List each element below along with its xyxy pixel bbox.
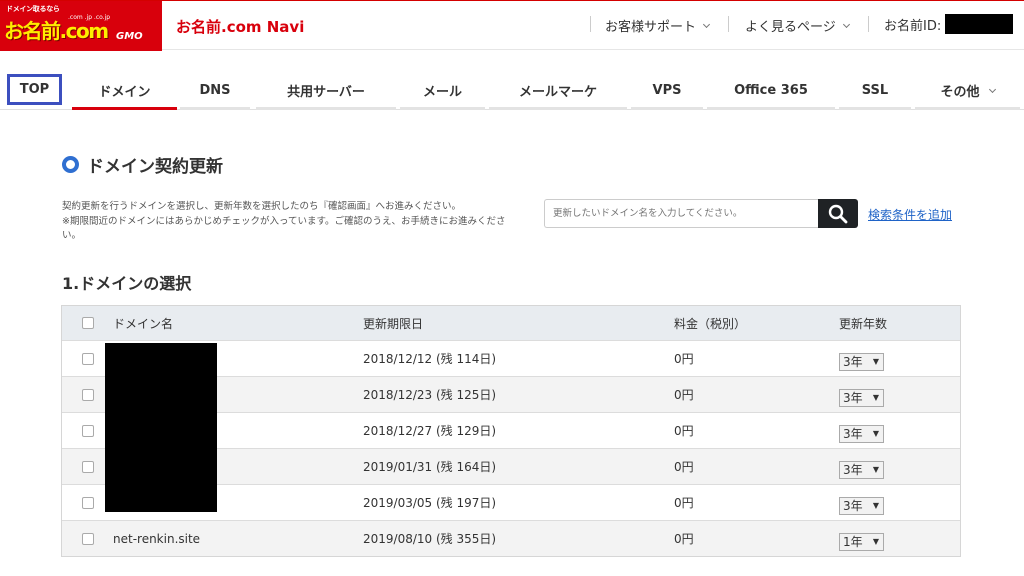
domain-name: net-renkin.site — [113, 531, 201, 546]
tab-label: ドメイン — [98, 85, 151, 100]
site-header: ドメイン取るなら .com .jp .co.jp お名前.com GMO お名前… — [0, 0, 1024, 51]
chevron-down-icon — [702, 20, 711, 28]
renewal-years-select[interactable]: 3年 ▼ — [839, 352, 884, 371]
tab-label: メール — [422, 85, 462, 100]
user-id: お名前ID: — [884, 14, 1014, 34]
expiry-date: 2019/01/31 (残 164日) — [363, 460, 497, 474]
onamae-logo[interactable]: ドメイン取るなら .com .jp .co.jp お名前.com GMO — [0, 1, 162, 51]
dropdown-arrow-icon: ▼ — [872, 501, 879, 510]
price: 0円 — [674, 388, 694, 402]
section-title: 1.ドメインの選択 — [62, 274, 192, 293]
tab-label: 共用サーバー — [287, 85, 365, 100]
description-note: ※期限間近のドメインにはあらかじめチェックが入っています。ご確認のうえ、お手続き… — [62, 215, 506, 242]
expiry-date: 2018/12/23 (残 125日) — [363, 388, 497, 402]
select-value: 3年 — [843, 499, 863, 513]
tab-label: メールマーケ — [518, 85, 597, 100]
row-checkbox[interactable] — [82, 352, 94, 365]
renewal-years-select[interactable]: 3年 ▼ — [839, 388, 884, 407]
tab-vps[interactable]: VPS — [631, 74, 703, 110]
column-header: 更新年数 — [839, 316, 888, 331]
header-divider — [728, 16, 729, 32]
price: 0円 — [674, 496, 694, 510]
expiry-date: 2019/03/05 (残 197日) — [363, 496, 497, 510]
chevron-down-icon — [842, 20, 850, 28]
domain-search — [544, 199, 858, 228]
page-title: ドメイン契約更新 — [87, 157, 223, 177]
renewal-years-select[interactable]: 3年 ▼ — [839, 424, 884, 443]
renewal-years-select[interactable]: 1年 ▼ — [839, 532, 884, 551]
tab-shared-server[interactable]: 共用サーバー — [256, 74, 396, 110]
description-line: 契約更新を行うドメインを選択し、更新年数を選択したのち『確認画面』へお進みくださ… — [62, 201, 462, 212]
dropdown-arrow-icon: ▼ — [872, 537, 879, 546]
header-divider — [868, 16, 869, 32]
bullet-icon — [62, 156, 79, 173]
renewal-years-select[interactable]: 3年 ▼ — [839, 496, 884, 515]
tab-other[interactable]: その他 — [915, 74, 1020, 110]
price: 0円 — [674, 424, 694, 438]
user-id-label: お名前ID: — [884, 18, 942, 34]
table-row: net-renkin.site 2019/08/10 (残 355日) 0円 1… — [62, 520, 960, 556]
add-search-condition-link[interactable]: 検索条件を追加 — [868, 206, 952, 223]
tab-label: DNS — [199, 83, 231, 98]
redacted-user-id — [945, 14, 1014, 34]
row-checkbox[interactable] — [82, 460, 94, 473]
select-value: 1年 — [843, 535, 863, 549]
dropdown-arrow-icon: ▼ — [872, 465, 879, 474]
row-checkbox[interactable] — [82, 532, 94, 545]
expiry-date: 2018/12/27 (残 129日) — [363, 424, 497, 438]
column-header: 更新期限日 — [363, 316, 424, 331]
page-heading: ドメイン契約更新 — [62, 152, 223, 177]
dropdown-arrow-icon: ▼ — [872, 393, 879, 402]
select-value: 3年 — [843, 463, 863, 477]
price: 0円 — [674, 352, 694, 366]
tab-top[interactable]: TOP — [7, 74, 62, 105]
tab-ssl[interactable]: SSL — [839, 74, 911, 110]
tab-mail[interactable]: メール — [400, 74, 485, 110]
domain-search-input[interactable] — [544, 199, 820, 228]
gmo-logo: GMO — [116, 31, 143, 42]
tab-label: VPS — [652, 83, 682, 98]
tab-label: Office 365 — [734, 83, 808, 98]
price: 0円 — [674, 532, 694, 546]
row-checkbox[interactable] — [82, 496, 94, 509]
renewal-years-select[interactable]: 3年 ▼ — [839, 460, 884, 479]
price: 0円 — [674, 460, 694, 474]
expiry-date: 2019/08/10 (残 355日) — [363, 532, 497, 546]
table-header: ドメイン名 更新期限日 料金（税別） 更新年数 — [62, 306, 960, 340]
search-icon — [828, 204, 848, 224]
favorites-menu[interactable]: よく見るページ — [745, 16, 850, 35]
column-header: ドメイン名 — [113, 316, 174, 331]
tab-label: その他 — [940, 85, 980, 100]
support-menu-label: お客様サポート — [605, 20, 697, 35]
column-header: 料金（税別） — [674, 316, 747, 331]
select-value: 3年 — [843, 355, 863, 369]
logo-wordmark: お名前.com — [4, 19, 109, 43]
favorites-menu-label: よく見るページ — [745, 20, 836, 35]
search-button[interactable] — [818, 199, 858, 228]
dropdown-arrow-icon: ▼ — [872, 357, 879, 366]
dropdown-arrow-icon: ▼ — [872, 429, 879, 438]
logo-tagline: ドメイン取るなら — [6, 5, 60, 13]
row-checkbox[interactable] — [82, 388, 94, 401]
page-description: 契約更新を行うドメインを選択し、更新年数を選択したのち『確認画面』へお進みくださ… — [62, 200, 522, 244]
main-nav: TOP ドメイン DNS 共用サーバー メール メールマーケ VPS Offic… — [0, 74, 1024, 110]
tab-office365[interactable]: Office 365 — [707, 74, 835, 110]
row-checkbox[interactable] — [82, 424, 94, 437]
redacted-domain-names — [105, 343, 217, 512]
tab-label: TOP — [19, 82, 50, 97]
tab-mail-marketing[interactable]: メールマーケ — [489, 74, 627, 110]
tab-label: SSL — [861, 83, 889, 98]
header-divider — [590, 16, 591, 32]
app-title: お名前.com Navi — [176, 18, 305, 36]
tab-dns[interactable]: DNS — [180, 74, 250, 110]
support-menu[interactable]: お客様サポート — [605, 16, 711, 35]
tab-domain[interactable]: ドメイン — [72, 74, 177, 110]
select-all-checkbox[interactable] — [82, 317, 94, 329]
expiry-date: 2018/12/12 (残 114日) — [363, 352, 497, 366]
select-value: 3年 — [843, 391, 863, 405]
chevron-down-icon — [988, 85, 996, 93]
select-value: 3年 — [843, 427, 863, 441]
